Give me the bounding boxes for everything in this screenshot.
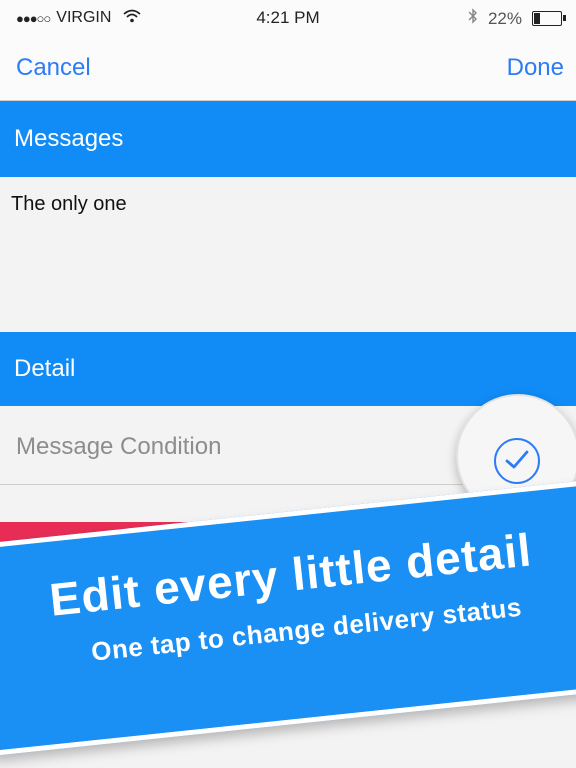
done-button[interactable]: Done [507,54,564,82]
message-text: The only one [11,193,127,215]
message-condition-label: Message Condition [16,433,222,460]
status-bar-right: 22% [468,8,566,29]
bluetooth-icon [468,8,478,29]
battery-percent: 22% [487,8,522,28]
checkmark-icon [505,450,529,469]
status-bar: ●●●○○ VIRGIN 4:21 PM 22% [0,0,576,36]
messages-header-label: Messages [14,125,124,152]
navigation-bar: Cancel Done [0,36,576,101]
detail-header-label: Detail [14,355,76,382]
delivery-status-toggle[interactable] [494,438,540,484]
battery-icon [532,11,566,26]
message-text-area[interactable]: The only one [0,177,576,333]
detail-section-header: Detail [0,332,576,406]
battery-level-fill [534,13,541,24]
cancel-button[interactable]: Cancel [16,54,91,82]
messages-section-header: Messages [0,101,576,177]
